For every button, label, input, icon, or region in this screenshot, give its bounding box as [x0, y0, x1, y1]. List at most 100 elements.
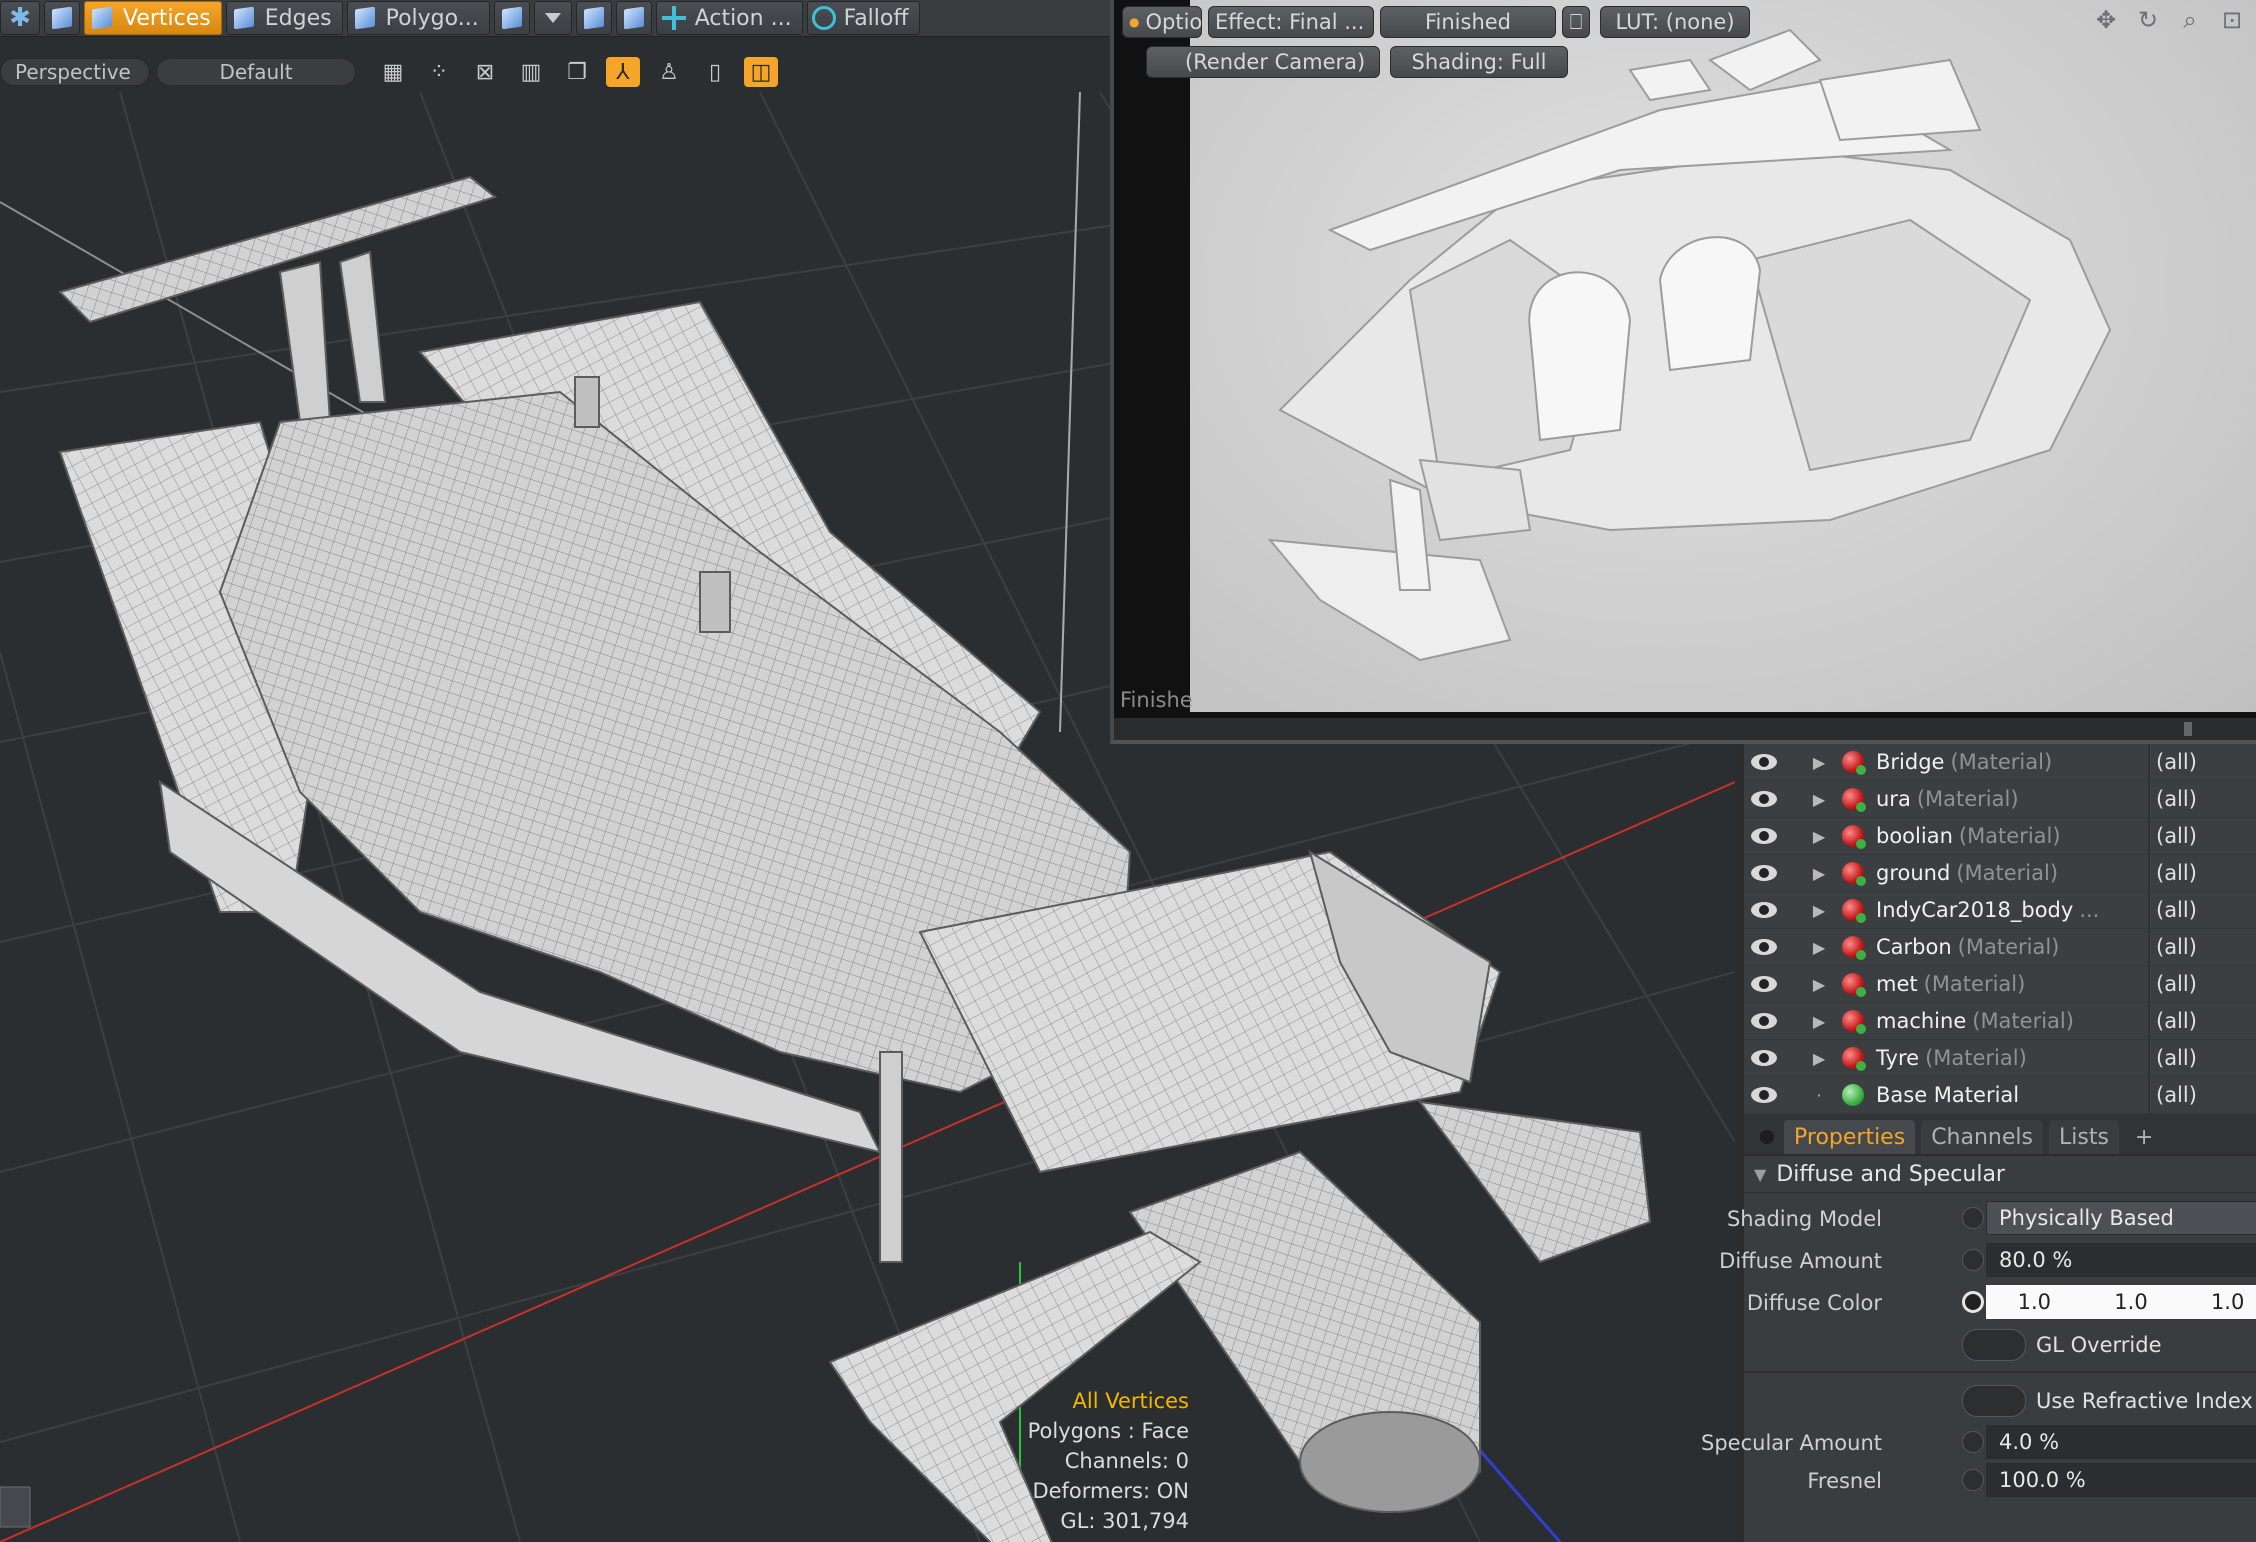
properties-divider [1744, 1371, 2256, 1373]
shader-tree-row[interactable]: ▶ ura (Material) (all) [1744, 781, 2256, 818]
fit-icon[interactable]: ⊡ [2218, 6, 2246, 34]
visibility-eye-icon[interactable] [1744, 828, 1784, 844]
visibility-eye-icon[interactable] [1744, 1050, 1784, 1066]
render-options-button[interactable]: ● Option... [1122, 6, 1202, 38]
expand-arrow-icon[interactable]: ▶ [1806, 827, 1832, 846]
lut-dropdown[interactable]: LUT: (none) [1600, 6, 1750, 38]
diffuse-amount-row: Diffuse Amount 80.0 % [1719, 1239, 2256, 1281]
expand-arrow-icon[interactable]: ▶ [1806, 864, 1832, 883]
shader-tree-row[interactable]: ▶ machine (Material) (all) [1744, 1003, 2256, 1040]
expand-arrow-icon[interactable]: ▶ [1806, 753, 1832, 772]
rotate-icon[interactable]: ↻ [2134, 6, 2162, 34]
item-mode-button[interactable] [44, 1, 80, 35]
diffuse-specular-section[interactable]: ▼ Diffuse and Specular [1744, 1156, 2256, 1193]
specular-amount-label: Specular Amount [1701, 1431, 1882, 1455]
shader-tree-row[interactable]: ▶ Bridge (Material) (all) [1744, 744, 2256, 781]
visibility-eye-icon[interactable] [1744, 939, 1784, 955]
tab-lists[interactable]: Lists [2048, 1120, 2119, 1154]
render-preview[interactable] [1190, 0, 2256, 712]
grid-dots-icon[interactable]: ⁘ [422, 57, 456, 87]
expand-arrow-icon[interactable]: ▶ [1806, 790, 1832, 809]
specular-amount-channel-dot[interactable] [1962, 1431, 1984, 1453]
visibility-eye-icon[interactable] [1744, 976, 1784, 992]
edges-label: Edges [264, 5, 332, 31]
diffuse-color-r[interactable]: 1.0 [2018, 1290, 2051, 1314]
pivot-mode-button[interactable] [575, 1, 612, 35]
material-ball-icon [1842, 899, 1866, 923]
material-type: ... [2079, 898, 2100, 922]
shader-tree-row[interactable]: ▶ Carbon (Material) (all) [1744, 929, 2256, 966]
expand-arrow-icon[interactable]: ▶ [1806, 901, 1832, 920]
replicator-icon[interactable]: ◫ [744, 57, 778, 87]
fresnel-label: Fresnel [1807, 1469, 1882, 1493]
visibility-eye-icon[interactable] [1744, 865, 1784, 881]
action-center-button[interactable]: Action ... [655, 1, 803, 35]
bars-icon[interactable]: ▥ [514, 57, 548, 87]
fresnel-channel-dot[interactable] [1962, 1469, 1984, 1491]
x-box-icon[interactable]: ⊠ [468, 57, 502, 87]
top-toolbar: ✱ Vertices Edges Polygo... Action ... Fa… [0, 0, 1110, 37]
layers-icon[interactable]: ❐ [560, 57, 594, 87]
projection-dropdown[interactable]: Perspective [0, 58, 150, 86]
diffuse-amount-input[interactable]: 80.0 % [1986, 1243, 2256, 1277]
shader-tree-row[interactable]: ▶ Tyre (Material) (all) [1744, 1040, 2256, 1077]
shading-dropdown[interactable]: Shading: Full [1390, 46, 1568, 78]
expand-arrow-icon[interactable]: ▶ [1806, 1012, 1832, 1031]
tab-properties[interactable]: Properties [1784, 1120, 1916, 1154]
material-mode-button[interactable] [493, 1, 530, 35]
tab-channels[interactable]: Channels [1921, 1120, 2043, 1154]
object-icon[interactable]: ▯ [698, 57, 732, 87]
fresnel-input[interactable]: 100.0 % [1986, 1463, 2256, 1497]
add-tab-button[interactable]: + [2125, 1120, 2163, 1154]
shading-model-dropdown[interactable]: Physically Based [1986, 1201, 2256, 1235]
view-style-dropdown[interactable]: Default [156, 58, 356, 86]
material-ball-icon [1842, 751, 1866, 775]
vertices-label: Vertices [123, 5, 211, 31]
diffuse-color-b[interactable]: 1.0 [2211, 1290, 2244, 1314]
gl-override-toggle[interactable] [1962, 1329, 2026, 1361]
visibility-eye-icon[interactable] [1744, 902, 1784, 918]
shader-tree-row[interactable]: · Base Material (all) [1744, 1077, 2256, 1114]
falloff-button[interactable]: Falloff [806, 1, 920, 35]
expand-arrow-icon[interactable]: ▶ [1806, 975, 1832, 994]
shader-tree-row[interactable]: ▶ met (Material) (all) [1744, 966, 2256, 1003]
diffuse-color-channel-dot[interactable] [1962, 1291, 1984, 1313]
polygons-mode-button[interactable]: Polygo... [346, 1, 490, 35]
edges-mode-button[interactable]: Edges [225, 1, 343, 35]
visibility-eye-icon[interactable] [1744, 1013, 1784, 1029]
render-effect-dropdown[interactable]: Effect: Final ... [1208, 6, 1374, 38]
shader-tree-row[interactable]: ▶ boolian (Material) (all) [1744, 818, 2256, 855]
figure-view-icon[interactable]: ♙ [652, 57, 686, 87]
visibility-eye-icon[interactable] [1744, 791, 1784, 807]
checker-icon[interactable]: ▦ [376, 57, 410, 87]
visibility-eye-icon[interactable] [1744, 1087, 1784, 1103]
render-status-button[interactable]: Finished [1380, 6, 1556, 38]
material-name: Tyre [1876, 1046, 1920, 1070]
diffuse-amount-channel-dot[interactable] [1962, 1249, 1984, 1271]
pan-icon[interactable]: ✥ [2092, 6, 2120, 34]
shading-model-channel-dot[interactable] [1962, 1207, 1984, 1229]
shader-tree-row[interactable]: ▶ ground (Material) (all) [1744, 855, 2256, 892]
select-tool-button[interactable]: ✱ [0, 1, 40, 35]
render-scroll-thumb[interactable] [2184, 722, 2192, 736]
lock-button[interactable]: ⎕ [1562, 6, 1590, 38]
render-camera-dropdown[interactable]: (Render Camera) [1146, 46, 1380, 78]
expand-arrow-icon[interactable]: ▶ [1806, 1049, 1832, 1068]
specular-amount-input[interactable]: 4.0 % [1986, 1425, 2256, 1459]
mode-dropdown-button[interactable] [533, 1, 572, 35]
axis-icon[interactable]: ⅄ [606, 57, 640, 87]
material-name: Carbon [1876, 935, 1952, 959]
diffuse-color-g[interactable]: 1.0 [2114, 1290, 2147, 1314]
material-name: machine [1876, 1009, 1967, 1033]
zoom-icon[interactable]: ⌕ [2176, 6, 2204, 34]
center-mode-button[interactable] [615, 1, 652, 35]
material-name: met [1876, 972, 1918, 996]
vertices-mode-button[interactable]: Vertices [84, 1, 222, 35]
diffuse-color-field[interactable]: 1.0 1.0 1.0 [1986, 1285, 2256, 1319]
visibility-eye-icon[interactable] [1744, 754, 1784, 770]
shader-tree-row[interactable]: ▶ IndyCar2018_body... (all) [1744, 892, 2256, 929]
render-scrollbar[interactable] [1114, 718, 2256, 740]
expand-arrow-icon[interactable]: ▶ [1806, 938, 1832, 957]
refractive-index-toggle[interactable] [1962, 1385, 2026, 1417]
material-type: (Material) [1925, 1046, 2027, 1070]
